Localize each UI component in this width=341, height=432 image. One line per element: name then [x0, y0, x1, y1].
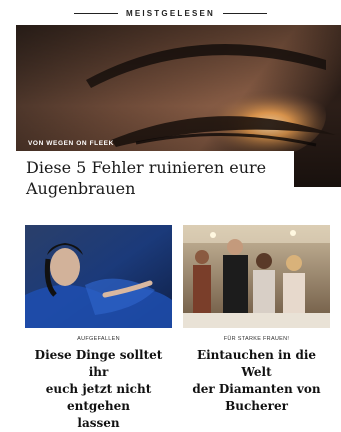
- card-title[interactable]: Diese Dinge solltet ihr euch jetzt nicht …: [25, 347, 172, 432]
- card-kicker: FÜR STARKE FRAUEN!: [223, 336, 290, 342]
- card-1-title-line-3: lassen: [77, 416, 120, 430]
- card-2-title-line-3: Bucherer: [225, 399, 288, 413]
- event-people-photo[interactable]: [183, 225, 330, 328]
- article-card-2[interactable]: FÜR STARKE FRAUEN! Eintauchen in die Wel…: [183, 225, 330, 415]
- card-1-title-line-2: euch jetzt nicht entgehen: [45, 382, 152, 413]
- header-rule-right: [223, 12, 268, 14]
- section-title: MEISTGELESEN: [125, 8, 216, 18]
- card-2-title-line-2: der Diamanten von: [192, 382, 321, 396]
- section-header: MEISTGELESEN: [0, 6, 341, 20]
- woman-fur-photo[interactable]: [25, 225, 172, 328]
- hero-title-box[interactable]: Diese 5 Fehler ruinieren eure Augenbrauen: [16, 151, 294, 201]
- hero-title[interactable]: Diese 5 Fehler ruinieren eure Augenbrauen: [16, 151, 294, 199]
- card-kicker: AUFGEFALLEN: [77, 336, 120, 342]
- header-rule-left: [73, 12, 118, 14]
- hero-kicker[interactable]: VON WEGEN ON FLEEK: [28, 140, 114, 147]
- card-1-title-line-1: Diese Dinge solltet ihr: [34, 348, 163, 379]
- hero-title-line-1: Diese 5 Fehler ruinieren eure: [26, 158, 267, 177]
- card-2-title-line-1: Eintauchen in die Welt: [196, 348, 317, 379]
- card-title[interactable]: Eintauchen in die Welt der Diamanten von B…: [183, 347, 330, 415]
- hero-title-line-2: Augenbrauen: [26, 179, 136, 198]
- article-card-1[interactable]: AUFGEFALLEN Diese Dinge solltet ihr euch …: [25, 225, 172, 432]
